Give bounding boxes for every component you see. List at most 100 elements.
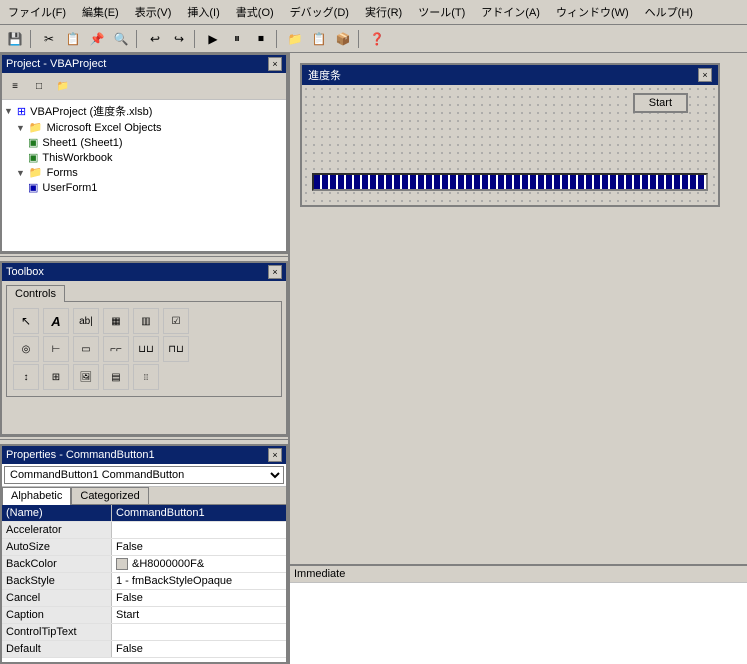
toolbar-project[interactable]: 📁 bbox=[284, 28, 306, 50]
panel-splitter-2[interactable] bbox=[0, 436, 288, 440]
design-area: 進度条 × Start bbox=[290, 53, 747, 564]
menu-window[interactable]: ウィンドウ(W) bbox=[552, 2, 633, 22]
project-view-object[interactable]: □ bbox=[28, 75, 50, 97]
expand-icon2: ▼ bbox=[16, 123, 25, 133]
form-body[interactable]: Start bbox=[302, 85, 718, 205]
props-key-backstyle: BackStyle bbox=[2, 573, 112, 589]
tree-sheet1[interactable]: ▣ Sheet1 (Sheet1) bbox=[28, 135, 284, 150]
tool-listbox[interactable]: ▥ bbox=[133, 308, 159, 334]
form-start-button[interactable]: Start bbox=[633, 93, 688, 113]
form-icon: ▣ bbox=[28, 181, 38, 194]
props-val-backcolor: &H8000000F& bbox=[112, 556, 286, 572]
toolbar-redo[interactable]: ↪ bbox=[168, 28, 190, 50]
props-row-default[interactable]: Default False bbox=[2, 641, 286, 658]
menu-debug[interactable]: デバッグ(D) bbox=[286, 2, 353, 22]
progress-fill bbox=[314, 175, 706, 189]
expand-icon: ▼ bbox=[4, 106, 13, 116]
menu-view[interactable]: 表示(V) bbox=[131, 2, 176, 22]
expand-icon3: ▼ bbox=[16, 168, 25, 178]
tree-label-excel-objects: Microsoft Excel Objects bbox=[47, 122, 162, 134]
tool-label[interactable]: A bbox=[43, 308, 69, 334]
props-row-caption[interactable]: Caption Start bbox=[2, 607, 286, 624]
form-progressbar bbox=[312, 173, 708, 191]
folder-icon2: 📁 bbox=[29, 166, 43, 179]
panel-splitter-1[interactable] bbox=[0, 253, 288, 257]
props-val-accelerator bbox=[112, 522, 286, 538]
immediate-body[interactable] bbox=[290, 583, 747, 664]
props-key-accelerator: Accelerator bbox=[2, 522, 112, 538]
props-key-controltiptext: ControlTipText bbox=[2, 624, 112, 640]
tool-refbutton[interactable]: ▤ bbox=[103, 364, 129, 390]
toolbar-props[interactable]: 📋 bbox=[308, 28, 330, 50]
props-row-name[interactable]: (Name) CommandButton1 bbox=[2, 505, 286, 522]
tool-multipage[interactable]: ⊓⊔ bbox=[163, 336, 189, 362]
toolbox-inner: Controls ↖ A ab| ▦ ▥ ☑ ◎ ⊢ ▭ ⌐⌐ ⊔⊔ ⊓ bbox=[2, 281, 286, 434]
tree-label-thisworkbook: ThisWorkbook bbox=[42, 152, 112, 164]
tool-checkbox[interactable]: ☑ bbox=[163, 308, 189, 334]
props-row-accelerator[interactable]: Accelerator bbox=[2, 522, 286, 539]
menu-tools[interactable]: ツール(T) bbox=[414, 2, 469, 22]
props-tabs: Alphabetic Categorized bbox=[2, 487, 286, 505]
tree-forms[interactable]: ▼ 📁 Forms bbox=[16, 165, 284, 180]
props-row-backcolor[interactable]: BackColor &H8000000F& bbox=[2, 556, 286, 573]
toolbar-save[interactable]: 💾 bbox=[4, 28, 26, 50]
tool-cmdbutton[interactable]: ⌐⌐ bbox=[103, 336, 129, 362]
project-close-button[interactable]: × bbox=[268, 57, 282, 71]
toolbar-undo[interactable]: ↩ bbox=[144, 28, 166, 50]
toolbar-find[interactable]: 🔍 bbox=[110, 28, 132, 50]
menu-bar: ファイル(F) 編集(E) 表示(V) 挿入(I) 書式(O) デバッグ(D) … bbox=[0, 0, 747, 25]
menu-addins[interactable]: アドイン(A) bbox=[477, 2, 544, 22]
menu-file[interactable]: ファイル(F) bbox=[4, 2, 70, 22]
tool-combobox[interactable]: ▦ bbox=[103, 308, 129, 334]
toolbar-paste[interactable]: 📌 bbox=[86, 28, 108, 50]
tool-select[interactable]: ↖ bbox=[13, 308, 39, 334]
props-key-backcolor: BackColor bbox=[2, 556, 112, 572]
menu-edit[interactable]: 編集(E) bbox=[78, 2, 123, 22]
project-view-code[interactable]: ≡ bbox=[4, 75, 26, 97]
tool-toggle[interactable]: ⊢ bbox=[43, 336, 69, 362]
menu-format[interactable]: 書式(O) bbox=[232, 2, 278, 22]
toolbar-cut[interactable]: ✂ bbox=[38, 28, 60, 50]
menu-run[interactable]: 実行(R) bbox=[361, 2, 406, 22]
tool-extra[interactable]: ⁞⁞ bbox=[133, 364, 159, 390]
tool-image[interactable]: 🖼 bbox=[73, 364, 99, 390]
toolbar-copy[interactable]: 📋 bbox=[62, 28, 84, 50]
props-row-autosize[interactable]: AutoSize False bbox=[2, 539, 286, 556]
vba-icon: ⊞ bbox=[17, 105, 26, 118]
toolbar-run[interactable]: ▶ bbox=[202, 28, 224, 50]
left-panel: Project - VBAProject × ≡ □ 📁 ▼ ⊞ VBAProj… bbox=[0, 53, 290, 664]
props-row-backstyle[interactable]: BackStyle 1 - fmBackStyleOpaque bbox=[2, 573, 286, 590]
tree-thisworkbook[interactable]: ▣ ThisWorkbook bbox=[28, 150, 284, 165]
props-tab-alphabetic[interactable]: Alphabetic bbox=[2, 487, 71, 505]
props-tab-categorized[interactable]: Categorized bbox=[71, 487, 148, 504]
tool-frame[interactable]: ▭ bbox=[73, 336, 99, 362]
tool-radio[interactable]: ◎ bbox=[13, 336, 39, 362]
props-row-controltiptext[interactable]: ControlTipText bbox=[2, 624, 286, 641]
form-close-button[interactable]: × bbox=[698, 68, 712, 82]
props-val-default: False bbox=[112, 641, 286, 657]
toolbox-content: ↖ A ab| ▦ ▥ ☑ ◎ ⊢ ▭ ⌐⌐ ⊔⊔ ⊓⊔ ↕ ⊞ bbox=[6, 301, 282, 397]
tree-label-sheet1: Sheet1 (Sheet1) bbox=[42, 137, 122, 149]
props-row-cancel[interactable]: Cancel False bbox=[2, 590, 286, 607]
toolbox-close-button[interactable]: × bbox=[268, 265, 282, 279]
properties-close-button[interactable]: × bbox=[268, 448, 282, 462]
toolbar-help[interactable]: ❓ bbox=[366, 28, 388, 50]
tree-userform1[interactable]: ▣ UserForm1 bbox=[28, 180, 284, 195]
props-object-select[interactable]: CommandButton1 CommandButton bbox=[4, 466, 284, 484]
toolbar-reset[interactable]: ⏹ bbox=[250, 28, 272, 50]
project-toggle-folders[interactable]: 📁 bbox=[52, 75, 74, 97]
tool-spinbutton[interactable]: ⊞ bbox=[43, 364, 69, 390]
menu-help[interactable]: ヘルプ(H) bbox=[641, 2, 697, 22]
toolbar-sep4 bbox=[276, 30, 280, 48]
tool-textbox[interactable]: ab| bbox=[73, 308, 99, 334]
tree-vbaproject[interactable]: ▼ ⊞ VBAProject (進度条.xlsb) bbox=[4, 102, 284, 120]
tree-excel-objects[interactable]: ▼ 📁 Microsoft Excel Objects bbox=[16, 120, 284, 135]
toolbar-break[interactable]: ⏸ bbox=[226, 28, 248, 50]
toolbar-objbrowse[interactable]: 📦 bbox=[332, 28, 354, 50]
menu-insert[interactable]: 挿入(I) bbox=[183, 2, 223, 22]
backcolor-value: &H8000000F& bbox=[132, 558, 204, 570]
tool-scrollbar[interactable]: ↕ bbox=[13, 364, 39, 390]
toolbox-controls-tab[interactable]: Controls bbox=[6, 285, 65, 302]
main-layout: Project - VBAProject × ≡ □ 📁 ▼ ⊞ VBAProj… bbox=[0, 53, 747, 664]
tool-tabstrip[interactable]: ⊔⊔ bbox=[133, 336, 159, 362]
